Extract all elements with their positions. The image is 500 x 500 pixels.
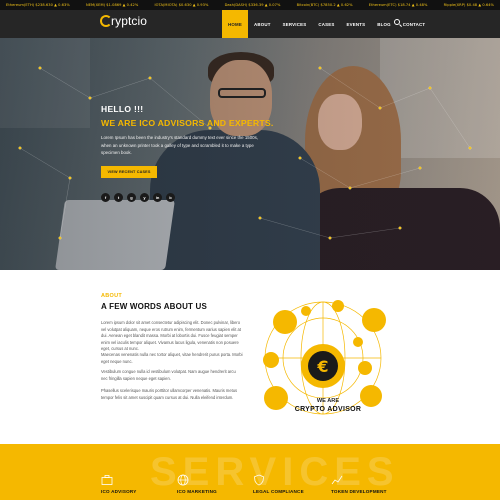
lock-icon bbox=[358, 361, 372, 375]
nav-blog[interactable]: BLOG bbox=[371, 10, 396, 38]
service-token-development[interactable]: TOKEN DEVELOPMENT bbox=[331, 489, 387, 494]
network-icon bbox=[301, 306, 311, 316]
service-ico-marketing[interactable]: ICO MARKETING bbox=[177, 489, 217, 494]
ticker-item[interactable]: NEM(XEM) $1.0869 ▲ 0.42% bbox=[86, 3, 138, 7]
bitcoin-icon[interactable]: b bbox=[166, 193, 175, 202]
svg-text:€: € bbox=[316, 357, 328, 376]
hero-hello: HELLO !!! bbox=[101, 104, 144, 114]
handshake-icon bbox=[332, 300, 344, 312]
price-ticker: Ethereum(ETH) $238.630 ▲ 0.63% NEM(XEM) … bbox=[0, 0, 500, 10]
user-icon bbox=[362, 308, 386, 332]
search-icon[interactable] bbox=[394, 19, 400, 25]
shield-icon bbox=[254, 474, 264, 486]
service-legal-compliance[interactable]: LEGAL COMPLIANCE bbox=[253, 489, 304, 494]
social-links: f t g y in b bbox=[101, 193, 175, 202]
services-section: SERVICES bbox=[0, 444, 500, 500]
ticker-item[interactable]: Ethereum(ETC) $18.74 ▲ 0.48% bbox=[369, 3, 428, 7]
nav-about[interactable]: ABOUT bbox=[248, 10, 277, 38]
about-paragraph: Maecenas venenatis nulla nec tortor aliq… bbox=[101, 352, 243, 364]
nav-home[interactable]: HOME bbox=[222, 10, 248, 38]
bitcoin-coin-icon bbox=[263, 352, 279, 368]
linkedin-icon[interactable]: in bbox=[153, 193, 162, 202]
nav-services[interactable]: SERVICES bbox=[277, 10, 313, 38]
chart-icon bbox=[360, 385, 382, 407]
chart-icon bbox=[331, 475, 343, 485]
nav-cases[interactable]: CASES bbox=[312, 10, 340, 38]
about-paragraph: Lorem ipsum dolor sit amet consectetur a… bbox=[101, 320, 241, 352]
ticker-item[interactable]: Ethereum(ETH) $238.630 ▲ 0.63% bbox=[6, 3, 70, 7]
logo-text: ryptcio bbox=[111, 14, 148, 28]
youtube-icon[interactable]: y bbox=[140, 193, 149, 202]
ticker-item[interactable]: Dash(DASH) $336.39 ▲ 0.07% bbox=[225, 3, 281, 7]
cloud-icon bbox=[264, 386, 288, 410]
nav-contact[interactable]: CONTACT bbox=[397, 10, 432, 38]
ticker-item[interactable]: Ripple(XRP) $0.48 ▲ 0.64% bbox=[444, 3, 494, 7]
people-icon bbox=[273, 310, 297, 334]
diagram-caption-1: WE ARE bbox=[316, 398, 340, 404]
gear-icon bbox=[353, 337, 363, 347]
logo-c-icon bbox=[100, 15, 112, 27]
site-logo[interactable]: ryptcio bbox=[100, 14, 147, 28]
about-paragraph: Vestibulum congue nulla id vestibulum vo… bbox=[101, 369, 236, 381]
about-label: ABOUT bbox=[101, 293, 123, 299]
hero-headline: WE ARE ICO ADVISORS AND EXPERTS. bbox=[101, 118, 274, 128]
view-recent-cases-button[interactable]: VIEW RECENT CASES bbox=[101, 166, 157, 178]
briefcase-icon bbox=[101, 475, 113, 485]
diagram-caption-2: CRYPTO ADVISOR bbox=[294, 406, 362, 413]
ticker-item[interactable]: Bitcoin(BTC) $7850.2 ▲ 0.62% bbox=[297, 3, 353, 7]
nav-events[interactable]: EVENTS bbox=[340, 10, 371, 38]
globe-icon bbox=[177, 474, 189, 486]
service-ico-advisory[interactable]: ICO ADVISORY bbox=[101, 489, 137, 494]
hero-paragraph: Lorem Ipsum has been the industry's stan… bbox=[101, 135, 259, 156]
twitter-icon[interactable]: t bbox=[114, 193, 123, 202]
about-paragraph: Phasellus scelerisque mauris porttitor u… bbox=[101, 388, 238, 400]
google-plus-icon[interactable]: g bbox=[127, 193, 136, 202]
about-title: A FEW WORDS ABOUT US bbox=[101, 302, 208, 311]
facebook-icon[interactable]: f bbox=[101, 193, 110, 202]
ticker-item[interactable]: IOTA(MIOTA) $0.630 ▲ 0.93% bbox=[155, 3, 209, 7]
